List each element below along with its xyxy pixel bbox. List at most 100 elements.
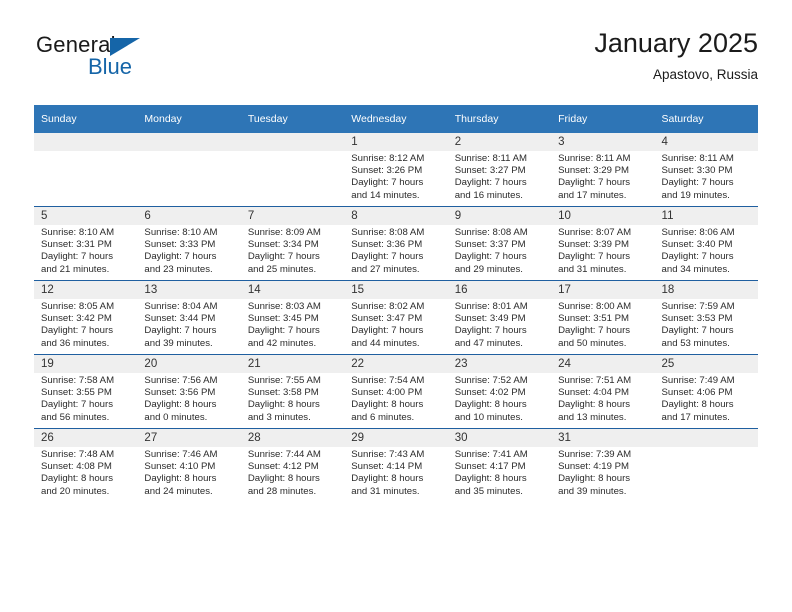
weekday-header-friday: Friday (551, 105, 655, 133)
sunrise-time: Sunrise: 8:07 AM (558, 227, 632, 238)
daylight-duration-line2: and 31 minutes. (558, 263, 627, 275)
sunset-time: Sunset: 3:56 PM (144, 387, 216, 399)
daylight-duration-line2: and 39 minutes. (558, 485, 627, 497)
calendar-day-cell[interactable]: 23 Sunrise: 7:52 AM Sunset: 4:02 PM Dayligh… (447, 354, 552, 429)
daylight-duration-line1: Daylight: 8 hours (247, 473, 320, 485)
calendar-day-cell[interactable]: 10 Sunrise: 8:07 AM Sunset: 3:39 PM Dayligh… (551, 206, 655, 281)
calendar-day-cell-inner: 19 Sunrise: 7:58 AM Sunset: 3:55 PM Dayligh… (34, 355, 138, 428)
calendar-day-cell[interactable]: 3 Sunrise: 8:11 AM Sunset: 3:29 PM Daylight… (551, 133, 655, 207)
calendar-day-cell[interactable]: 7 Sunrise: 8:09 AM Sunset: 3:34 PM Daylight… (240, 206, 345, 281)
calendar-day-number: 28 (240, 429, 345, 447)
calendar-day-cell-inner (240, 133, 345, 206)
calendar-day-number: 23 (447, 355, 552, 373)
calendar-table: Sunday Monday Tuesday Wednesday Thursday… (34, 105, 758, 502)
calendar-day-cell[interactable]: 2 Sunrise: 8:11 AM Sunset: 3:27 PM Daylight… (447, 133, 552, 207)
calendar-day-cell[interactable]: 5 Sunrise: 8:10 AM Sunset: 3:31 PM Daylight… (34, 206, 138, 281)
calendar-day-cell-inner: 4 Sunrise: 8:11 AM Sunset: 3:30 PM Daylight… (654, 133, 758, 206)
calendar-day-number: 14 (240, 281, 345, 299)
sunrise-time: Sunrise: 7:41 AM (454, 449, 528, 460)
calendar-day-cell[interactable]: 9 Sunrise: 8:08 AM Sunset: 3:37 PM Daylight… (447, 206, 552, 281)
daylight-duration-line2: and 44 minutes. (351, 337, 420, 349)
sunset-time: Sunset: 4:02 PM (454, 387, 526, 399)
calendar-day-cell[interactable]: 26 Sunrise: 7:48 AM Sunset: 4:08 PM Dayligh… (34, 428, 138, 502)
calendar-week-row: 12 Sunrise: 8:05 AM Sunset: 3:42 PM Dayligh… (34, 280, 758, 355)
calendar-day-number: 11 (654, 207, 758, 225)
calendar-day-cell[interactable]: 15 Sunrise: 8:02 AM Sunset: 3:47 PM Dayligh… (344, 280, 448, 355)
sunset-time: Sunset: 3:44 PM (144, 313, 216, 325)
sunset-time: Sunset: 3:51 PM (558, 313, 630, 325)
calendar-day-cell[interactable]: 4 Sunrise: 8:11 AM Sunset: 3:30 PM Daylight… (654, 133, 758, 207)
calendar-day-number: 25 (654, 355, 758, 373)
sunrise-time: Sunrise: 8:08 AM (454, 227, 528, 238)
calendar-day-cell[interactable]: 16 Sunrise: 8:01 AM Sunset: 3:49 PM Dayligh… (447, 280, 552, 355)
daylight-duration-line1: Daylight: 7 hours (41, 325, 113, 337)
sunrise-time: Sunrise: 8:10 AM (41, 227, 115, 238)
daylight-duration-line2: and 21 minutes. (41, 263, 110, 275)
calendar-day-cell[interactable]: 21 Sunrise: 7:55 AM Sunset: 3:58 PM Dayligh… (240, 354, 345, 429)
calendar-day-cell[interactable]: 11 Sunrise: 8:06 AM Sunset: 3:40 PM Dayligh… (654, 206, 758, 281)
daylight-duration-line2: and 34 minutes. (661, 263, 730, 275)
calendar-day-details: Sunrise: 8:01 AM Sunset: 3:49 PM Daylight:… (448, 299, 551, 350)
calendar-day-number: 8 (344, 207, 448, 225)
calendar-day-cell[interactable]: 14 Sunrise: 8:03 AM Sunset: 3:45 PM Dayligh… (240, 280, 345, 355)
calendar-day-cell[interactable]: 24 Sunrise: 7:51 AM Sunset: 4:04 PM Dayligh… (551, 354, 655, 429)
calendar-day-cell[interactable]: 25 Sunrise: 7:49 AM Sunset: 4:06 PM Dayligh… (654, 354, 758, 429)
sunset-time: Sunset: 3:30 PM (661, 165, 733, 177)
calendar-day-cell[interactable]: 22 Sunrise: 7:54 AM Sunset: 4:00 PM Dayligh… (344, 354, 448, 429)
sunrise-time: Sunrise: 8:08 AM (351, 227, 425, 238)
calendar-day-cell[interactable]: 1 Sunrise: 8:12 AM Sunset: 3:26 PM Daylight… (344, 133, 448, 207)
sunset-time: Sunset: 3:33 PM (144, 239, 216, 251)
calendar-week-row: 1 Sunrise: 8:12 AM Sunset: 3:26 PM Daylight… (34, 133, 758, 207)
daylight-duration-line2: and 50 minutes. (558, 337, 627, 349)
calendar-day-cell[interactable]: 19 Sunrise: 7:58 AM Sunset: 3:55 PM Dayligh… (34, 354, 138, 429)
daylight-duration-line2: and 36 minutes. (41, 337, 110, 349)
calendar-day-number: 26 (34, 429, 138, 447)
sunrise-time: Sunrise: 7:48 AM (41, 449, 115, 460)
calendar-day-cell[interactable]: 6 Sunrise: 8:10 AM Sunset: 3:33 PM Daylight… (137, 206, 241, 281)
calendar-day-cell[interactable]: 27 Sunrise: 7:46 AM Sunset: 4:10 PM Dayligh… (137, 428, 241, 502)
daylight-duration-line1: Daylight: 7 hours (247, 325, 320, 337)
calendar-day-cell-inner: 9 Sunrise: 8:08 AM Sunset: 3:37 PM Daylight… (447, 207, 552, 280)
calendar-day-details: Sunrise: 8:12 AM Sunset: 3:26 PM Daylight:… (344, 151, 447, 202)
calendar-day-number: 20 (137, 355, 241, 373)
calendar-day-cell[interactable]: 13 Sunrise: 8:04 AM Sunset: 3:44 PM Dayligh… (137, 280, 241, 355)
calendar-day-number: 24 (551, 355, 655, 373)
calendar-day-cell[interactable]: 20 Sunrise: 7:56 AM Sunset: 3:56 PM Dayligh… (137, 354, 241, 429)
calendar-day-cell[interactable]: 12 Sunrise: 8:05 AM Sunset: 3:42 PM Dayligh… (34, 280, 138, 355)
daylight-duration-line2: and 13 minutes. (558, 411, 627, 423)
daylight-duration-line1: Daylight: 8 hours (351, 399, 424, 411)
daylight-duration-line2: and 42 minutes. (247, 337, 317, 349)
calendar-day-details: Sunrise: 8:06 AM Sunset: 3:40 PM Daylight:… (655, 225, 758, 276)
daylight-duration-line2: and 16 minutes. (454, 189, 523, 201)
weekday-header-thursday: Thursday (447, 105, 552, 133)
sunset-time: Sunset: 3:42 PM (41, 313, 112, 325)
brand-logo[interactable]: General Blue (36, 32, 256, 84)
daylight-duration-line1: Daylight: 8 hours (247, 399, 320, 411)
calendar-day-cell[interactable]: 31 Sunrise: 7:39 AM Sunset: 4:19 PM Dayligh… (551, 428, 655, 502)
daylight-duration-line1: Daylight: 8 hours (454, 399, 527, 411)
calendar-day-cell-inner: 7 Sunrise: 8:09 AM Sunset: 3:34 PM Daylight… (240, 207, 345, 280)
calendar-day-cell[interactable]: 18 Sunrise: 7:59 AM Sunset: 3:53 PM Dayligh… (654, 280, 758, 355)
calendar-day-cell[interactable]: 17 Sunrise: 8:00 AM Sunset: 3:51 PM Dayligh… (551, 280, 655, 355)
sunrise-time: Sunrise: 7:54 AM (351, 375, 425, 386)
sunset-time: Sunset: 3:37 PM (454, 239, 526, 251)
daylight-duration-line2: and 19 minutes. (661, 189, 730, 201)
daylight-duration-line2: and 39 minutes. (144, 337, 213, 349)
calendar-day-cell[interactable]: 29 Sunrise: 7:43 AM Sunset: 4:14 PM Dayligh… (344, 428, 448, 502)
daylight-duration-line1: Daylight: 7 hours (41, 251, 113, 263)
sunrise-time: Sunrise: 7:52 AM (454, 375, 528, 386)
calendar-day-details: Sunrise: 7:41 AM Sunset: 4:17 PM Daylight:… (448, 447, 551, 498)
calendar-day-cell-inner: 8 Sunrise: 8:08 AM Sunset: 3:36 PM Daylight… (344, 207, 448, 280)
calendar-day-cell-inner: 10 Sunrise: 8:07 AM Sunset: 3:39 PM Dayligh… (551, 207, 655, 280)
calendar-day-number: 7 (240, 207, 345, 225)
calendar-page: General Blue January 2025 Apastovo, Russ… (0, 0, 792, 612)
sunset-time: Sunset: 3:53 PM (661, 313, 733, 325)
calendar-day-cell[interactable]: 28 Sunrise: 7:44 AM Sunset: 4:12 PM Dayligh… (240, 428, 345, 502)
calendar-day-cell-inner: 18 Sunrise: 7:59 AM Sunset: 3:53 PM Dayligh… (654, 281, 758, 354)
calendar-day-details: Sunrise: 7:56 AM Sunset: 3:56 PM Daylight:… (137, 373, 240, 424)
calendar-day-cell-inner: 29 Sunrise: 7:43 AM Sunset: 4:14 PM Dayligh… (344, 429, 448, 502)
calendar-day-cell[interactable]: 30 Sunrise: 7:41 AM Sunset: 4:17 PM Dayligh… (447, 428, 552, 502)
calendar-day-cell[interactable]: 8 Sunrise: 8:08 AM Sunset: 3:36 PM Daylight… (344, 206, 448, 281)
daylight-duration-line1: Daylight: 8 hours (661, 399, 734, 411)
sunrise-time: Sunrise: 8:01 AM (454, 301, 528, 312)
